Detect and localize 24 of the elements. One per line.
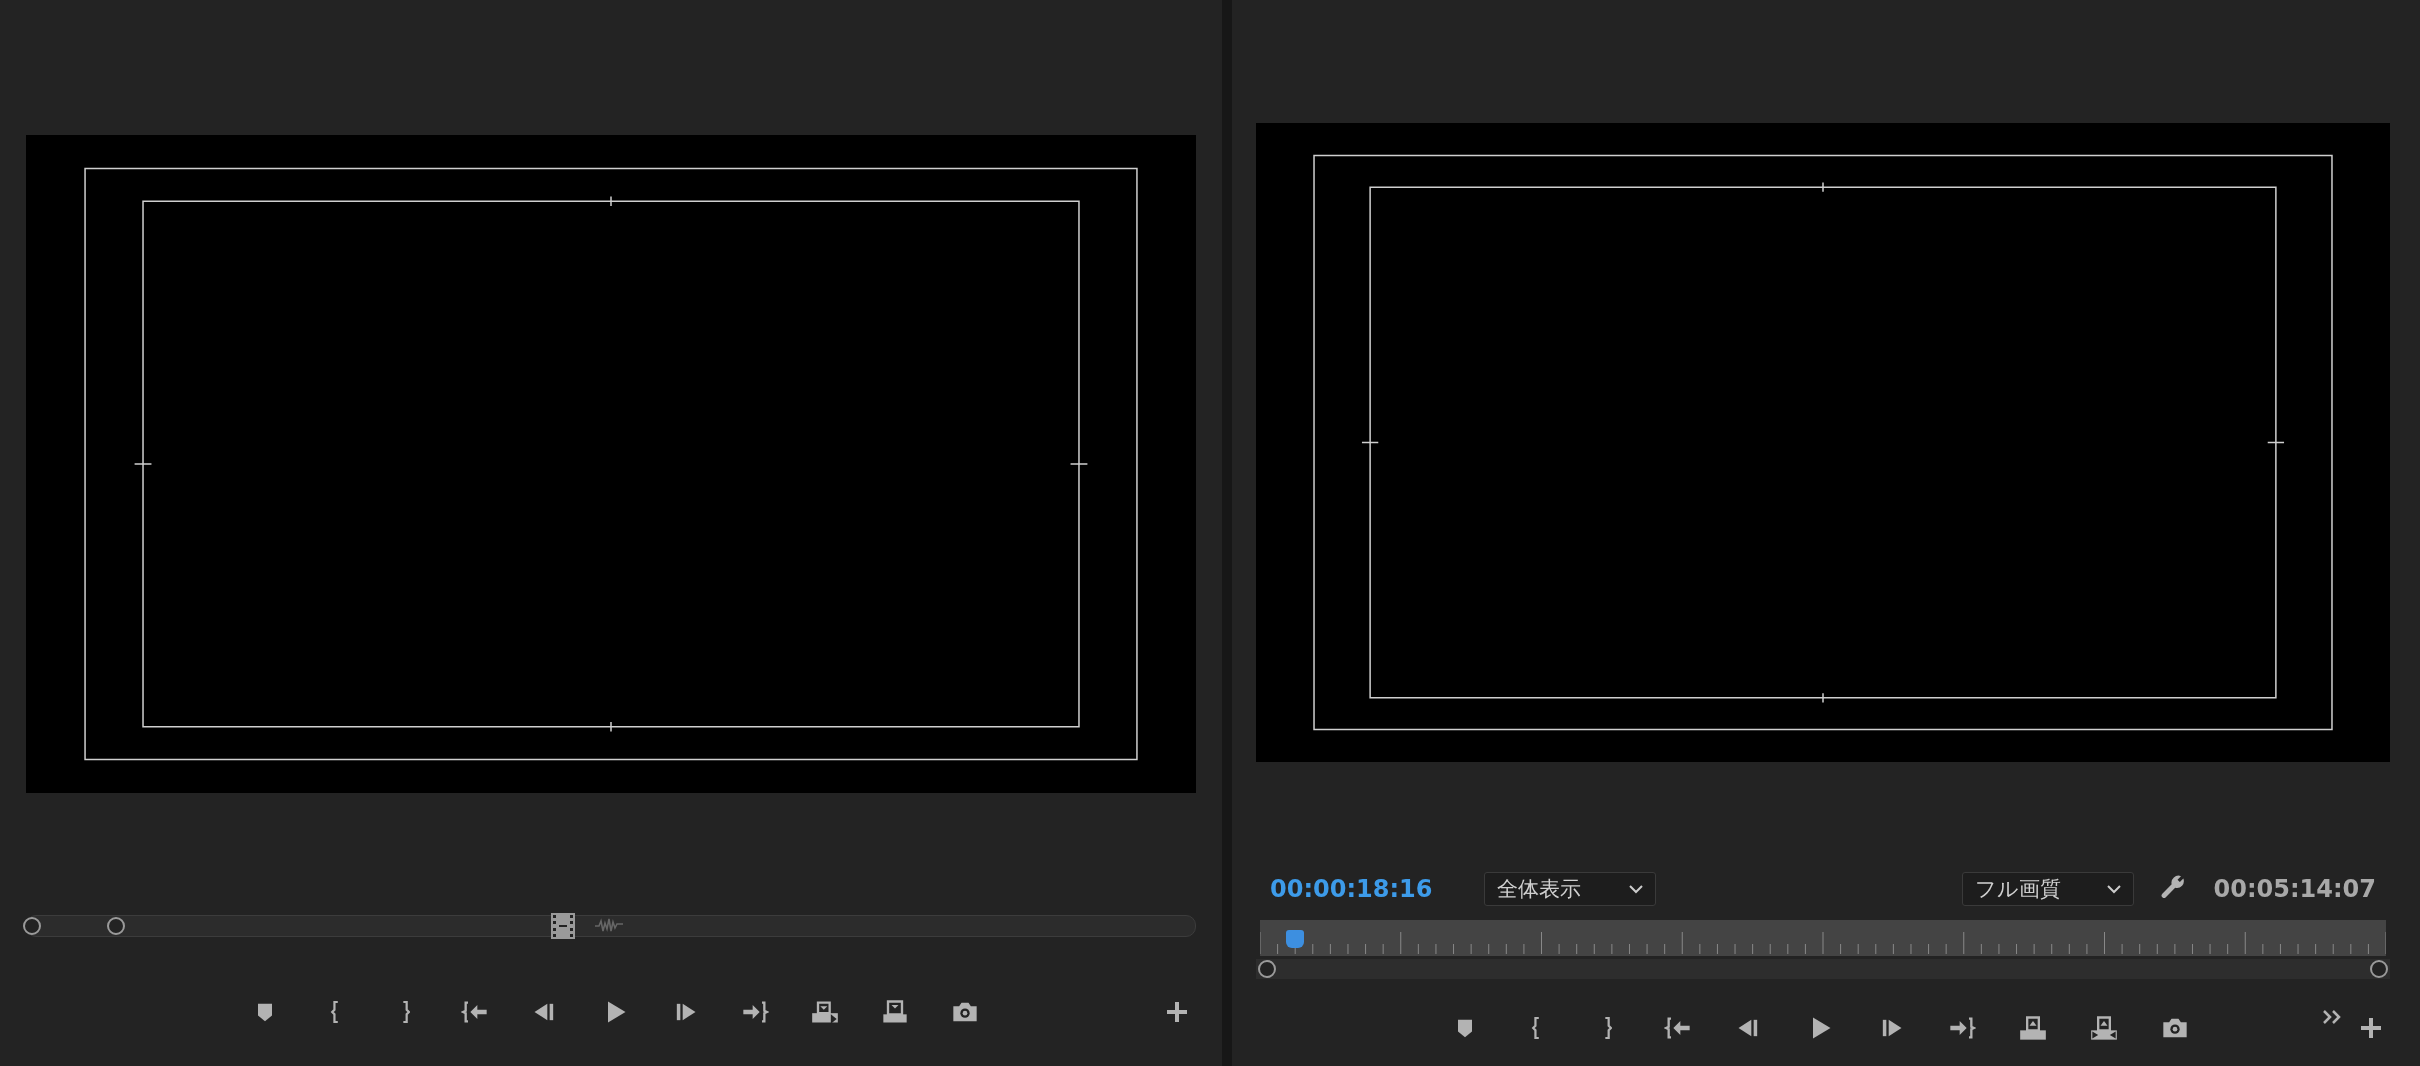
mark-in-icon [1531, 1014, 1541, 1042]
playhead-handle[interactable] [1285, 930, 1304, 948]
scroll-handle[interactable] [2370, 960, 2388, 978]
scroll-handle[interactable] [23, 917, 41, 935]
plus-icon [2360, 1017, 2382, 1039]
caret-icon [1629, 884, 1644, 894]
overwrite-icon [881, 998, 909, 1026]
scroll-handle[interactable] [1258, 960, 1276, 978]
mark-out-icon [400, 998, 410, 1026]
extract-icon [2090, 1014, 2118, 1042]
caret-icon [2106, 884, 2121, 894]
playhead-timecode[interactable]: 00:00:18:16 [1270, 875, 1433, 903]
mark-in-icon [330, 998, 340, 1026]
film-strip-icon[interactable] [551, 913, 575, 939]
plus-icon [1166, 1001, 1188, 1023]
more-controls-icon[interactable] [2322, 1009, 2342, 1025]
quality-dropdown[interactable]: フル画質 [1961, 872, 2134, 906]
zoom-scrollbar[interactable] [26, 915, 1196, 937]
lift-icon [2019, 1014, 2047, 1042]
zoom-scrollbar[interactable] [1256, 959, 2390, 979]
duration-timecode: 00:05:14:07 [2213, 875, 2376, 903]
scroll-handle[interactable] [107, 917, 125, 935]
zoom-dropdown[interactable]: 全体表示 [1484, 872, 1657, 906]
mark-out-icon [1602, 1014, 1612, 1042]
